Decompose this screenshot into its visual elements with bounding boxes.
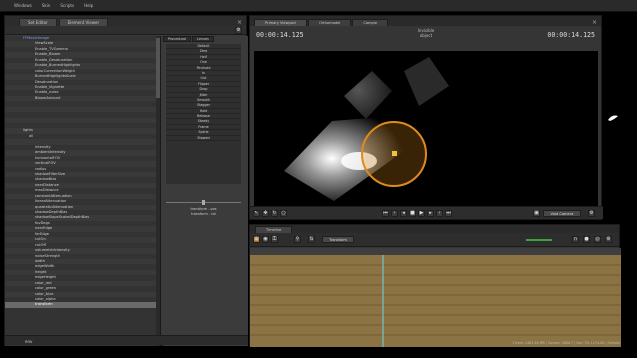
settings-icon[interactable]: ⚙ bbox=[235, 27, 242, 34]
env-label: env bbox=[25, 339, 33, 344]
select-tool-icon[interactable]: ↖ bbox=[253, 210, 260, 217]
tab-timeline[interactable]: Timeline bbox=[255, 226, 293, 233]
prev-key-icon[interactable]: ‹ bbox=[391, 210, 398, 217]
property-tree: FFMovieImage ViewScale Enable_TVGamma Enabl… bbox=[5, 36, 161, 346]
wand-icon[interactable]: ⚲ bbox=[294, 236, 301, 243]
snap-icon[interactable]: ◎ bbox=[594, 236, 601, 243]
settings-icon[interactable]: ⚙ bbox=[588, 210, 595, 217]
settings-icon[interactable]: ⚙ bbox=[605, 236, 612, 243]
go-end-icon[interactable]: ⏭ bbox=[445, 210, 452, 217]
filter-icon[interactable]: ⇅ bbox=[308, 236, 315, 243]
transform-list: transform - pos transform - rot bbox=[166, 207, 241, 227]
go-start-icon[interactable]: ⏮ bbox=[382, 210, 389, 217]
menu-help[interactable]: Help bbox=[84, 3, 93, 8]
list-item[interactable]: transform - rot bbox=[166, 212, 241, 217]
scale-tool-icon[interactable]: ○ bbox=[280, 210, 287, 217]
track-lines bbox=[250, 255, 621, 347]
viewport-controls: ↖ ✥ ↻ ○ ⏮ ‹ ◂ ■ ▶ ▸ › ⏭ ▣ Void Camera ⚙ bbox=[250, 206, 603, 219]
move-tool-icon[interactable]: ✥ bbox=[262, 210, 269, 217]
camera-label: Invisible object bbox=[417, 28, 435, 38]
viewport-tabs: Primary Viewport Orthomodel Cample × bbox=[250, 16, 601, 26]
preset-slider[interactable] bbox=[166, 200, 241, 205]
lock-icon[interactable]: ⚿ bbox=[271, 236, 278, 243]
left-panel-bottom: env bbox=[5, 335, 248, 345]
record-icon[interactable]: ● bbox=[583, 236, 590, 243]
volume-slider[interactable] bbox=[526, 239, 552, 241]
viewport-panel: Primary Viewport Orthomodel Cample × 00:… bbox=[249, 15, 603, 220]
channel-dropdown[interactable]: Transform bbox=[322, 236, 354, 243]
step-forward-icon[interactable]: ▸ bbox=[427, 210, 434, 217]
timeline-tracks[interactable] bbox=[250, 255, 621, 347]
menu-windows[interactable]: Windows bbox=[14, 3, 32, 8]
close-icon[interactable]: × bbox=[237, 19, 242, 26]
viewport-canvas[interactable] bbox=[254, 51, 598, 206]
eye-icon[interactable]: ◉ bbox=[262, 236, 269, 243]
menu-skin[interactable]: Skin bbox=[42, 3, 51, 8]
menubar: Windows Skin Scripts Help bbox=[0, 0, 637, 12]
play-icon[interactable]: ▶ bbox=[418, 210, 425, 217]
tab-set-editor[interactable]: Set Editor bbox=[19, 18, 57, 26]
timecode-right: 00:00:14.125 bbox=[547, 31, 595, 39]
tab-cample[interactable]: Cample bbox=[352, 19, 389, 26]
tab-element-viewer[interactable]: Element Viewer bbox=[58, 18, 109, 26]
light-handle[interactable] bbox=[392, 151, 397, 156]
tab-lenses[interactable]: Lenses bbox=[192, 36, 214, 42]
set-editor-panel: Set Editor Element Viewer × ⚙ FFMovieIma… bbox=[4, 15, 248, 346]
status-bar: 1 Item: 1461.46 MB | Games: 3800.7 | Sec… bbox=[512, 341, 620, 345]
headphones-icon[interactable]: ∩ bbox=[572, 236, 579, 243]
preset-list: Default Zero Half One Pinchoid In Out Flipper Dr… bbox=[166, 44, 241, 184]
preset-tabs: Procedural Lenses bbox=[163, 36, 248, 42]
time-ruler[interactable] bbox=[250, 248, 621, 255]
left-panel-tabs: Set Editor Element Viewer × bbox=[5, 16, 246, 26]
view-camera-button[interactable]: Void Camera bbox=[543, 210, 581, 217]
tree-scrollbar[interactable] bbox=[156, 36, 160, 346]
stop-icon[interactable]: ■ bbox=[409, 210, 416, 217]
key-icon[interactable]: ▦ bbox=[253, 236, 260, 243]
cursor-blob bbox=[608, 115, 618, 121]
tree-row[interactable]: transform bbox=[5, 302, 160, 308]
timeline-tabs: Timeline bbox=[250, 225, 619, 233]
preset-item[interactable]: Stowed bbox=[166, 136, 241, 142]
tab-primary-viewport[interactable]: Primary Viewport bbox=[254, 19, 307, 26]
scene-render bbox=[254, 51, 598, 206]
left-panel-toolbar: ⚙ bbox=[5, 26, 246, 35]
timeline-toolbar: ▦ ◉ ⚿ ⚲ ⇅ Transform ∩ ● ◎ ⚙ bbox=[250, 233, 619, 247]
slider-knob[interactable] bbox=[202, 200, 205, 205]
close-icon[interactable]: × bbox=[592, 19, 597, 26]
timeline-panel: Timeline ▦ ◉ ⚿ ⚲ ⇅ Transform ∩ ● ◎ ⚙ bbox=[249, 224, 621, 347]
tab-procedural[interactable]: Procedural bbox=[163, 36, 192, 42]
camera-icon[interactable]: ▣ bbox=[533, 210, 540, 217]
menu-scripts[interactable]: Scripts bbox=[60, 3, 74, 8]
tab-orthomodel[interactable]: Orthomodel bbox=[307, 19, 352, 26]
rotate-tool-icon[interactable]: ↻ bbox=[271, 210, 278, 217]
next-key-icon[interactable]: › bbox=[436, 210, 443, 217]
timecode-left: 00:00:14.125 bbox=[256, 31, 304, 39]
step-back-icon[interactable]: ◂ bbox=[400, 210, 407, 217]
